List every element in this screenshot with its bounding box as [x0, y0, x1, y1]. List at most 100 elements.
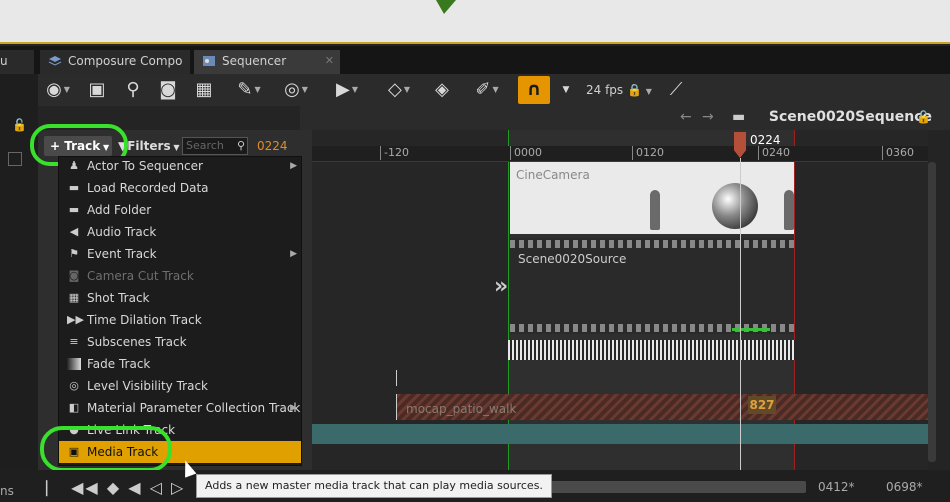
- lock-icon[interactable]: 🔓: [12, 118, 27, 132]
- menu-item-label: Add Folder: [87, 203, 152, 217]
- menu-item-time-dilation-track[interactable]: ▶▶ Time Dilation Track: [59, 309, 301, 331]
- menu-item-label: Shot Track: [87, 291, 150, 305]
- menu-item-fade-track[interactable]: Fade Track: [59, 353, 301, 375]
- menu-item-add-folder[interactable]: ▬ Add Folder: [59, 199, 301, 221]
- flag-icon: ⚑: [69, 247, 79, 260]
- person-thumbnail: [650, 190, 660, 230]
- folder-icon: ▬: [68, 203, 80, 216]
- current-frame[interactable]: 0224: [257, 136, 288, 156]
- menu-item-event-track[interactable]: ⚑ Event Track ▶: [59, 243, 301, 265]
- range-in-frame[interactable]: 0412*: [818, 480, 855, 494]
- time-ruler[interactable]: -120 0000 0120 0240 0360: [312, 146, 928, 162]
- tab-composure-label: Composure Compo: [68, 54, 183, 68]
- menu-item-label: Actor To Sequencer: [87, 159, 203, 173]
- camera-icon[interactable]: ◙: [156, 78, 180, 102]
- menu-item-label: Level Visibility Track: [87, 379, 208, 393]
- material-icon: ◧: [68, 401, 80, 414]
- tick-label: 0120: [632, 146, 664, 160]
- gradient-icon: [67, 358, 81, 370]
- grid-icon: ▦: [68, 291, 80, 304]
- menu-item-label: Fade Track: [87, 357, 151, 371]
- menu-item-audio-track[interactable]: ◀ Audio Track: [59, 221, 301, 243]
- clapper-icon[interactable]: ▦: [192, 78, 216, 102]
- save-icon[interactable]: [8, 152, 22, 166]
- step-back-icon[interactable]: ◀◀: [71, 478, 100, 497]
- audio-waveform[interactable]: [508, 340, 795, 360]
- chevron-right-icon: ▶: [290, 249, 297, 259]
- speaker-icon: ◀: [69, 225, 79, 238]
- wrench-icon[interactable]: ✎ ▼: [232, 78, 266, 102]
- sequence-name[interactable]: Scene0020Sequence: [769, 109, 932, 125]
- tick-label: -120: [380, 146, 409, 160]
- save-icon[interactable]: ▣: [86, 78, 108, 102]
- menu-item-material-parameter-collection-track[interactable]: ◧ Material Parameter Collection Track ▶: [59, 397, 301, 419]
- fps-label: 24 fps: [586, 83, 624, 97]
- search-input[interactable]: Search ⚲: [182, 137, 248, 155]
- tab-bar: u Composure Compo Sequencer ✕: [0, 46, 950, 74]
- tab-sequencer[interactable]: Sequencer ✕: [194, 50, 340, 74]
- eye-icon: ◎: [69, 379, 79, 392]
- playhead-label: 0224: [750, 133, 781, 147]
- prev-key-icon[interactable]: ◆: [107, 478, 121, 497]
- menu-item-subscenes-track[interactable]: ≡ Subscenes Track: [59, 331, 301, 353]
- horizontal-scrollbar[interactable]: [548, 481, 806, 493]
- play-icon[interactable]: ▶ ▼: [332, 78, 362, 102]
- key-icon[interactable]: ◇ ▼: [382, 78, 416, 102]
- person-thumbnail: [784, 190, 794, 230]
- step-frame-back-icon[interactable]: ◀: [128, 478, 142, 497]
- menu-item-label: Load Recorded Data: [87, 181, 209, 195]
- menu-item-label: Time Dilation Track: [87, 313, 202, 327]
- layers-icon: [48, 56, 62, 66]
- play-reverse-icon[interactable]: ◁: [150, 478, 164, 497]
- lock-icon: 🔒: [627, 83, 642, 97]
- curve-icon[interactable]: ⟋: [664, 78, 688, 102]
- pen-icon[interactable]: ✐ ▼: [470, 78, 504, 102]
- search-placeholder: Search: [186, 139, 224, 152]
- folder-icon: ▬: [732, 109, 746, 125]
- jump-start-icon[interactable]: ⎸: [46, 478, 64, 497]
- filters-label: Filters: [127, 139, 171, 153]
- camera-clip-label: CineCamera: [516, 168, 590, 182]
- keyframe-icon[interactable]: ◈: [430, 78, 454, 102]
- menu-item-label: Audio Track: [87, 225, 157, 239]
- tab-previous[interactable]: u: [0, 50, 34, 74]
- eye-icon[interactable]: ◎ ▼: [278, 78, 314, 102]
- magnet-icon[interactable]: ∩: [518, 76, 550, 104]
- vertical-scrollbar[interactable]: [928, 162, 936, 462]
- double-chevron-icon: »: [494, 274, 509, 299]
- shot-progress: [732, 328, 770, 331]
- search-icon: ⚲: [236, 139, 245, 152]
- tab-sequencer-label: Sequencer: [222, 54, 287, 68]
- section-marker: [396, 370, 397, 386]
- transport-controls[interactable]: ⎸ ◀◀ ◆ ◀ ◁ ▷: [46, 478, 185, 498]
- range-out-frame[interactable]: 0698*: [886, 480, 923, 494]
- sequence-nav: ← → ▬ Scene0020Sequence: [300, 106, 950, 130]
- menu-item-label: Material Parameter Collection Track: [87, 401, 301, 415]
- menu-item-level-visibility-track[interactable]: ◎ Level Visibility Track: [59, 375, 301, 397]
- close-icon[interactable]: ✕: [325, 50, 334, 72]
- lock-icon[interactable]: 🔓: [916, 110, 931, 124]
- menu-item-label: Event Track: [87, 247, 157, 261]
- menu-item-load-recorded-data[interactable]: ▬ Load Recorded Data: [59, 177, 301, 199]
- sequencer-icon: [203, 56, 215, 66]
- tab-composure[interactable]: Composure Compo: [40, 50, 190, 74]
- tab-previous-label: u: [0, 54, 8, 68]
- snap-options-caret[interactable]: ▼: [558, 78, 574, 102]
- search-icon[interactable]: ⚲: [122, 78, 144, 102]
- highlight-ring: [40, 426, 172, 472]
- sequencer-toolbar: ◉ ▼ ▣ ⚲ ◙ ▦ ✎ ▼ ◎ ▼ ▶ ▼ ◇ ▼ ◈ ✐ ▼ ∩ ▼ 24 fps 🔒…: [38, 74, 950, 106]
- menu-item-actor-to-sequencer[interactable]: ♟ Actor To Sequencer ▶: [59, 155, 301, 177]
- fps-selector[interactable]: 24 fps 🔒 ▼: [586, 78, 652, 104]
- menu-item-label: Camera Cut Track: [87, 269, 194, 283]
- back-icon[interactable]: ←: [680, 109, 692, 125]
- menu-item-camera-cut-track: ◙ Camera Cut Track: [59, 265, 301, 287]
- tick-label: 0000: [510, 146, 542, 160]
- forward-icon[interactable]: →: [702, 109, 714, 125]
- chrome-sphere-thumbnail: [712, 183, 758, 229]
- mocap-clip-label: mocap_patio_walk: [406, 402, 517, 416]
- world-icon[interactable]: ◉ ▼: [44, 78, 72, 102]
- play-icon[interactable]: ▷: [171, 478, 185, 497]
- menu-item-shot-track[interactable]: ▦ Shot Track: [59, 287, 301, 309]
- media-track-row[interactable]: [312, 424, 928, 444]
- chevron-right-icon: ▶: [290, 403, 297, 413]
